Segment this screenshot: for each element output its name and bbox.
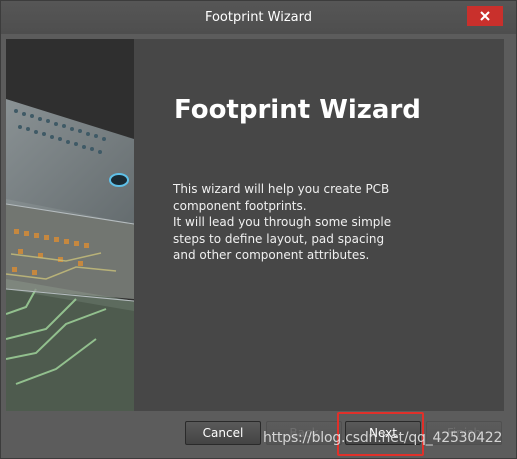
wizard-heading: Footprint Wizard <box>174 95 421 125</box>
description-line: component footprints. <box>173 198 307 213</box>
description-line: and other component attributes. <box>173 248 370 262</box>
close-button[interactable] <box>467 6 503 26</box>
title-bar: Footprint Wizard <box>1 1 516 34</box>
cancel-button[interactable]: Cancel <box>185 421 261 445</box>
description-line: steps to define layout, pad spacing <box>173 231 385 246</box>
description-line: This wizard will help you create PCB <box>173 182 390 196</box>
pcb-layers-illustration <box>6 39 134 411</box>
window-title: Footprint Wizard <box>204 10 313 25</box>
description-line: It will lead you through some simple <box>173 215 392 229</box>
close-icon <box>480 11 490 21</box>
watermark-text: https://blog.csdn.net/qq_42530422 <box>263 430 503 446</box>
wizard-description: This wizard will help you create PCB com… <box>173 181 413 264</box>
footprint-wizard-window: Footprint Wizard Footprint Wizard This w… <box>0 0 517 459</box>
wizard-content-panel: Footprint Wizard This wizard will help y… <box>6 39 504 411</box>
